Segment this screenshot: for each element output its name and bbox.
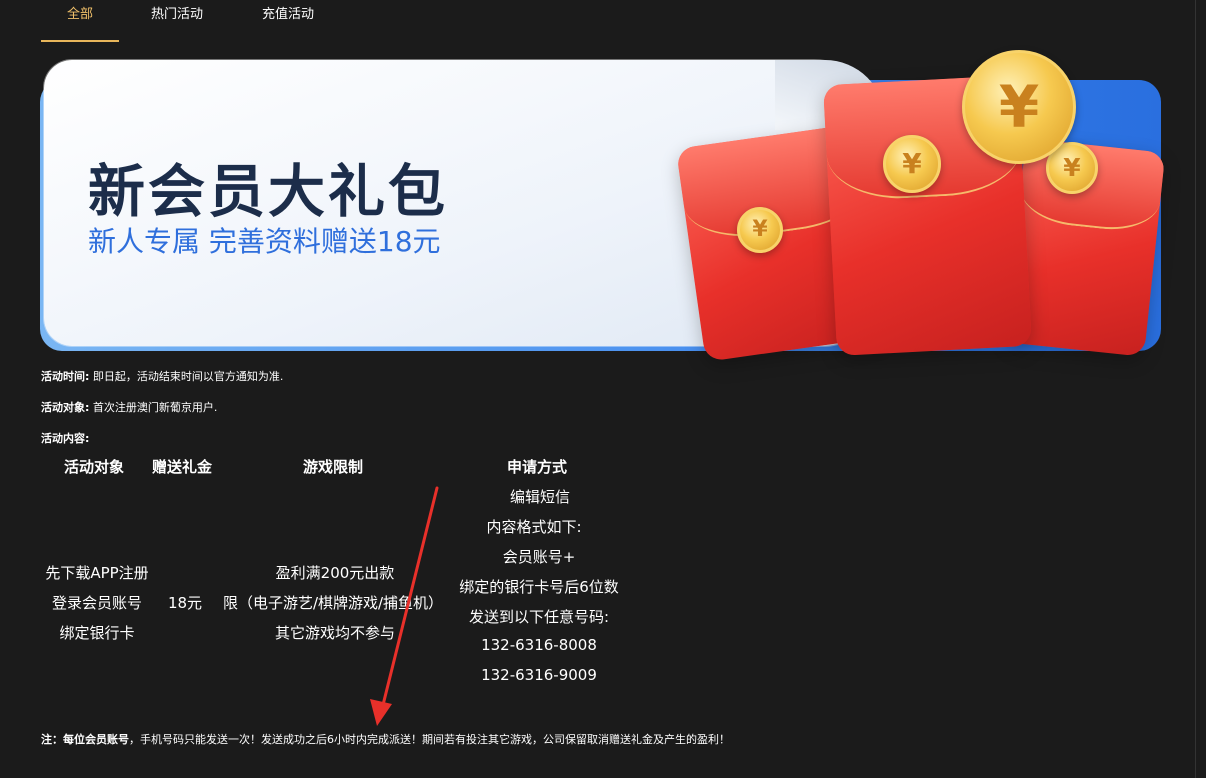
activity-content-label: 活动内容: [41, 432, 90, 445]
footer-note-prefix: 注：每位会员账号 [41, 733, 129, 746]
category-tabs: 全部 热门活动 充值活动 [0, 0, 1196, 42]
target-line: 先下载APP注册 [45, 564, 149, 582]
phone-number: 132-6316-9009 [481, 666, 597, 684]
gift-amount: 18元 [167, 594, 203, 612]
page-scrollbar[interactable] [1195, 0, 1206, 778]
table-header-apply: 申请方式 [507, 458, 568, 476]
gold-coin-icon: ¥ [962, 50, 1076, 164]
footer-note: 注：每位会员账号，手机号码只能发送一次！发送成功之后6小时内完成派送！期间若有投… [41, 731, 730, 747]
apply-line: 编辑短信 [509, 488, 570, 506]
activity-time-label: 活动时间: [41, 370, 90, 383]
apply-line: 会员账号+ [502, 548, 576, 566]
limit-line: 限（电子游艺/棋牌游戏/捕鱼机） [222, 594, 444, 612]
tab-all[interactable]: 全部 [41, 6, 119, 42]
limit-line: 盈利满200元出款 [275, 564, 395, 582]
apply-line: 内容格式如下: [486, 518, 582, 536]
target-line: 绑定银行卡 [59, 624, 135, 642]
gold-coin-icon: ¥ [883, 135, 941, 193]
activity-target-value: 首次注册澳门新葡京用户. [92, 401, 218, 414]
banner-subtitle: 新人专属 完善资料赠送18元 [88, 225, 441, 258]
activity-target: 活动对象: 首次注册澳门新葡京用户. [41, 399, 217, 415]
tab-hot-activities[interactable]: 热门活动 [140, 6, 214, 42]
tab-recharge-activities[interactable]: 充值活动 [250, 6, 326, 42]
apply-line: 绑定的银行卡号后6位数 [459, 578, 619, 596]
footer-note-text: ，手机号码只能发送一次！发送成功之后6小时内完成派送！期间若有投注其它游戏，公司… [129, 733, 730, 746]
activity-content: 活动内容: [41, 430, 89, 446]
activity-target-label: 活动对象: [41, 401, 90, 414]
table-header-limit: 游戏限制 [303, 458, 364, 476]
promo-banner[interactable]: 新会员大礼包 新人专属 完善资料赠送18元 ¥ ¥ ¥ ¥ [40, 50, 1166, 362]
phone-number: 132-6316-8008 [481, 636, 597, 654]
apply-line: 发送到以下任意号码: [468, 608, 610, 626]
table-header-gift: 赠送礼金 [152, 458, 213, 476]
activity-time: 活动时间: 即日起，活动结束时间以官方通知为准. [41, 368, 283, 384]
banner-title: 新会员大礼包 [88, 159, 448, 225]
activity-time-value: 即日起，活动结束时间以官方通知为准. [92, 370, 284, 383]
target-line: 登录会员账号 [51, 594, 142, 612]
table-header-target: 活动对象 [64, 458, 125, 476]
limit-line: 其它游戏均不参与 [274, 624, 395, 642]
gold-coin-icon: ¥ [737, 207, 783, 253]
